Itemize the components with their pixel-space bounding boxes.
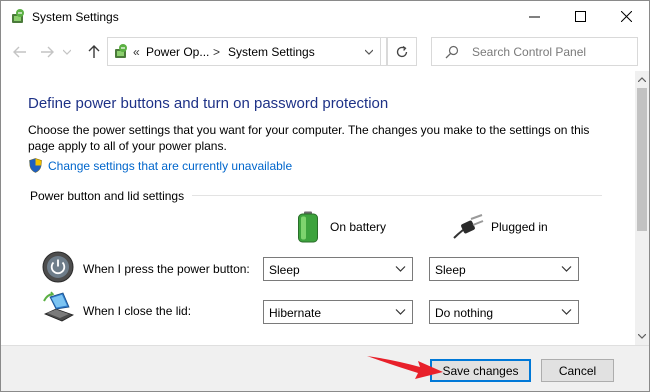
minimize-button[interactable] [511, 1, 557, 32]
chevron-down-icon [63, 49, 71, 55]
power-button-plugged-in-select[interactable]: Sleep [429, 257, 579, 281]
power-button-label: When I press the power button: [83, 262, 250, 276]
column-plugged-in: Plugged in [491, 220, 548, 234]
close-lid-on-battery-value: Hibernate [269, 306, 322, 320]
back-button[interactable] [11, 43, 29, 61]
chevron-down-icon [364, 49, 373, 55]
breadcrumb-power-options[interactable]: Power Op... [146, 45, 209, 59]
close-lid-on-battery-select[interactable]: Hibernate [263, 300, 413, 324]
up-button[interactable] [85, 43, 103, 61]
search-box[interactable]: Search Control Panel [431, 37, 638, 66]
chevron-down-icon [561, 266, 572, 272]
maximize-button[interactable] [557, 1, 603, 32]
maximize-icon [574, 11, 586, 22]
refresh-button[interactable] [387, 37, 417, 66]
vertical-scrollbar[interactable] [635, 71, 649, 345]
close-lid-plugged-in-value: Do nothing [435, 306, 494, 320]
close-lid-label: When I close the lid: [83, 304, 192, 318]
chevron-down-icon [395, 309, 406, 315]
power-options-icon [115, 44, 127, 58]
plug-icon [453, 214, 484, 239]
battery-icon [298, 211, 318, 243]
scroll-up-button[interactable] [635, 71, 649, 88]
change-unavailable-settings-link[interactable]: Change settings that are currently unava… [48, 159, 292, 173]
power-button-on-battery-value: Sleep [269, 263, 300, 277]
scroll-down-button[interactable] [635, 328, 649, 345]
page-description: Choose the power settings that you want … [28, 123, 590, 153]
section-heading: Power button and lid settings [30, 189, 185, 203]
window-title: System Settings [32, 10, 119, 24]
recent-locations-button[interactable] [61, 43, 73, 61]
power-options-icon [12, 9, 24, 23]
breadcrumb-overflow[interactable]: « [133, 45, 140, 59]
cancel-button[interactable]: Cancel [541, 359, 614, 382]
title-bar: System Settings [1, 1, 649, 33]
uac-shield-icon [29, 158, 42, 173]
arrow-right-icon [41, 46, 54, 58]
forward-button[interactable] [38, 43, 56, 61]
power-button-plugged-in-value: Sleep [435, 263, 466, 277]
chevron-down-icon [395, 266, 406, 272]
red-arrow-annotation [367, 356, 443, 379]
save-changes-button[interactable]: Save changes [430, 359, 531, 382]
system-settings-window: System Settings « Power Op... > System S… [0, 0, 650, 392]
breadcrumb-system-settings[interactable]: System Settings [228, 45, 315, 59]
column-on-battery: On battery [330, 220, 387, 234]
minimize-icon [528, 16, 540, 18]
close-icon [620, 11, 632, 22]
arrow-left-icon [13, 46, 26, 58]
navigation-bar: « Power Op... > System Settings Search C… [1, 33, 649, 71]
power-button-on-battery-select[interactable]: Sleep [263, 257, 413, 281]
power-button-icon [42, 251, 74, 283]
search-icon [445, 45, 459, 59]
address-dropdown-button[interactable] [357, 37, 381, 66]
laptop-lid-icon [43, 291, 74, 322]
scrollbar-thumb[interactable] [637, 88, 647, 231]
arrow-up-icon [88, 45, 100, 58]
search-placeholder: Search Control Panel [472, 45, 587, 59]
page-title: Define power buttons and turn on passwor… [28, 95, 389, 112]
main-content: Define power buttons and turn on passwor… [1, 71, 635, 345]
breadcrumb-separator[interactable]: > [213, 45, 220, 59]
section-divider [192, 195, 602, 196]
address-bar[interactable]: « Power Op... > System Settings [107, 37, 387, 66]
chevron-down-icon [638, 334, 646, 339]
chevron-down-icon [561, 309, 572, 315]
button-bar: Save changes Cancel [1, 345, 649, 391]
chevron-up-icon [638, 77, 646, 82]
refresh-icon [396, 45, 408, 57]
close-button[interactable] [603, 1, 649, 32]
close-lid-plugged-in-select[interactable]: Do nothing [429, 300, 579, 324]
